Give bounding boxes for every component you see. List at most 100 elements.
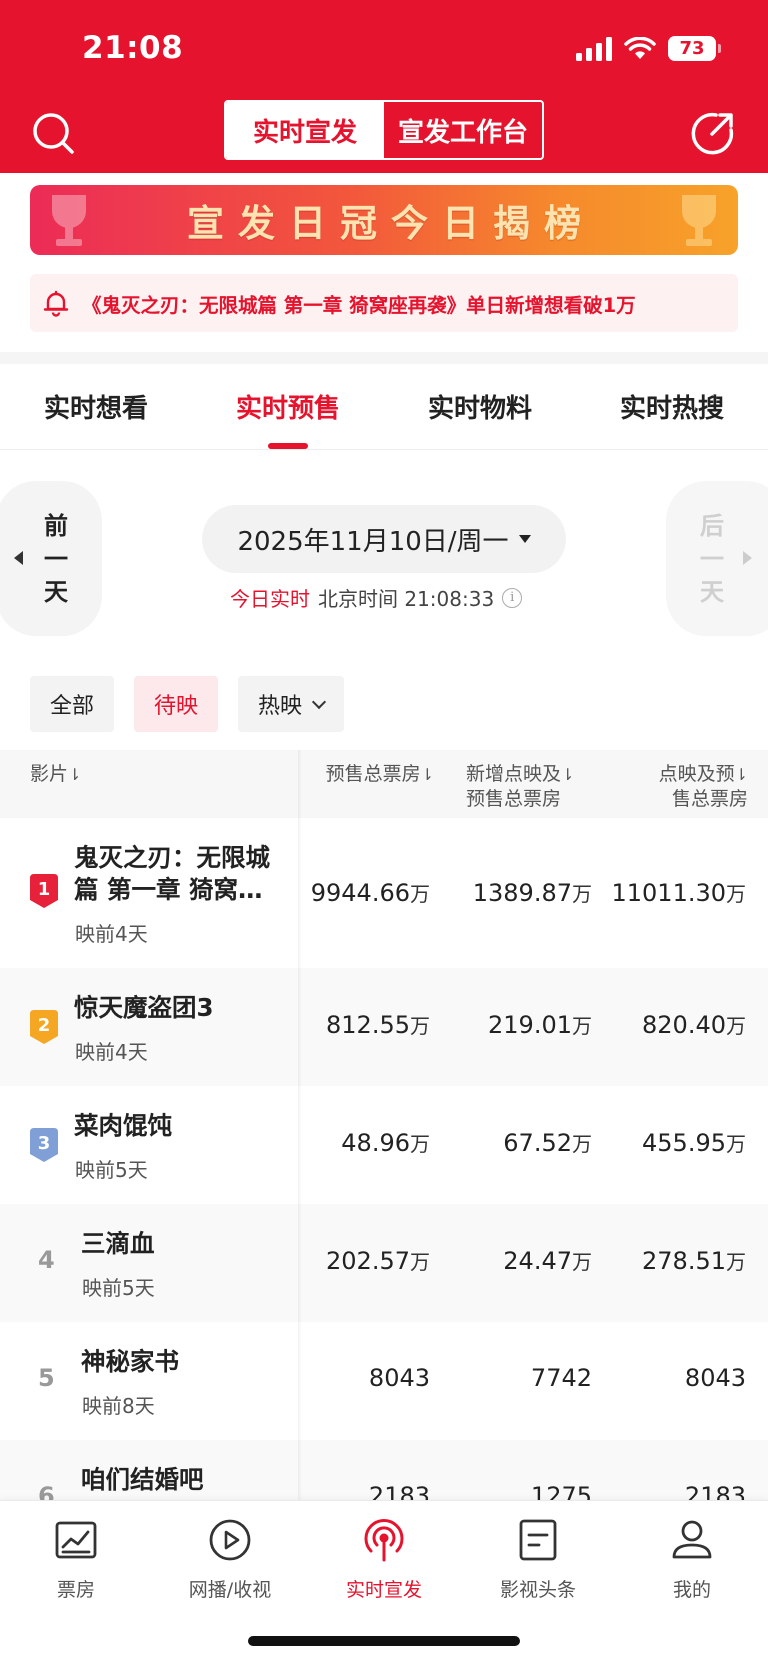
- film-title-line: 篇 第一章 猗窝…: [74, 875, 263, 904]
- nav-profile[interactable]: 我的: [622, 1517, 762, 1602]
- table-row[interactable]: 5 神秘家书 映前8天 8043 7742 8043: [0, 1322, 768, 1440]
- notice-text: 《鬼灭之刃：无限城篇 第一章 猗窝座再袭》单日新增想看破1万: [82, 293, 636, 317]
- tab-realtime-materials[interactable]: 实时物料: [384, 364, 576, 449]
- chart-icon: [55, 1521, 97, 1559]
- value: 67.52: [503, 1129, 572, 1157]
- filter-label: 待映: [154, 694, 199, 719]
- filter-now-showing[interactable]: 热映: [238, 676, 345, 732]
- nav-streaming[interactable]: 网播/收视: [160, 1517, 300, 1602]
- header-c2-line2: 预售总票房: [466, 788, 562, 810]
- filter-all[interactable]: 全部: [30, 676, 115, 732]
- header-c1-label: 预售总票房: [325, 763, 421, 785]
- trophy-icon: [52, 195, 86, 246]
- value: 11011.30: [611, 879, 726, 907]
- battery-icon: 73: [668, 36, 721, 61]
- value: 24.47: [503, 1247, 572, 1275]
- value: 219.01: [488, 1011, 572, 1039]
- unit: 万: [410, 1250, 430, 1274]
- unit: 万: [410, 1132, 430, 1156]
- table-row[interactable]: 4 三滴血 映前5天 202.57万 24.47万 278.51万: [0, 1204, 768, 1322]
- days-before-release: 映前5天: [75, 1158, 148, 1182]
- table-row[interactable]: 1 鬼灭之刃：无限城 篇 第一章 猗窝… 映前4天 9944.66万 1389.…: [0, 818, 768, 968]
- trophy-icon: [682, 195, 716, 246]
- header-film-label: 影片: [30, 763, 69, 785]
- home-indicator[interactable]: [248, 1636, 520, 1646]
- nav-label: 网播/收视: [188, 1579, 272, 1601]
- header: 21:08 73 实时宣发 宣发工作台: [0, 0, 768, 173]
- value: 820.40: [642, 1011, 726, 1039]
- film-title: 菜肉馄饨: [74, 1111, 172, 1140]
- header-preview-presale-total[interactable]: 点映及预⇂ 售总票房: [628, 762, 748, 811]
- header-new-presale[interactable]: 新增点映及⇂ 预售总票房: [466, 762, 592, 811]
- value: 8043: [368, 1364, 430, 1392]
- nav-realtime-promo[interactable]: 实时宣发: [314, 1517, 454, 1602]
- nav-headlines[interactable]: 影视头条: [468, 1517, 608, 1602]
- broadcast-icon: [364, 1519, 404, 1562]
- caret-down-icon: [518, 535, 531, 543]
- new-presale-value: 1389.87万: [473, 878, 592, 907]
- value: 9944.66: [310, 879, 410, 907]
- caret-left-icon: [14, 551, 23, 565]
- days-before-release: 映前8天: [82, 1394, 155, 1418]
- rank-number: 5: [38, 1364, 55, 1392]
- rank-number: 4: [38, 1246, 55, 1274]
- next-day-label: 后一天: [700, 512, 724, 606]
- unit: 万: [726, 1014, 746, 1038]
- rank-badge: 1: [30, 874, 58, 908]
- realtime-label: 今日实时: [230, 587, 310, 611]
- nav-box-office[interactable]: 票房: [6, 1517, 146, 1602]
- tab-realtime-presale[interactable]: 实时预售: [192, 364, 384, 449]
- unit: 万: [572, 1132, 592, 1156]
- share-icon[interactable]: [690, 110, 736, 156]
- sort-icon: ⇂: [561, 765, 575, 784]
- table-row[interactable]: 2 惊天魔盗团3 映前4天 812.55万 219.01万 820.40万: [0, 968, 768, 1086]
- presale-total-value: 48.96万: [341, 1128, 430, 1157]
- daily-champion-banner[interactable]: 宣发日冠今日揭榜: [30, 185, 738, 255]
- film-title-line: 鬼灭之刃：无限城: [74, 843, 270, 872]
- header-film[interactable]: 影片⇂: [30, 762, 81, 787]
- days-before-release: 映前5天: [82, 1276, 155, 1300]
- film-title: 三滴血: [81, 1229, 155, 1258]
- nav-label: 实时宣发: [345, 1579, 422, 1601]
- signal-icon: [576, 36, 612, 61]
- days-before-release: 映前4天: [75, 1040, 148, 1064]
- presale-total-value: 202.57万: [326, 1246, 430, 1275]
- section-divider: [0, 352, 768, 364]
- new-presale-value: 24.47万: [503, 1246, 592, 1275]
- value: 8043: [684, 1364, 746, 1392]
- header-c3-line1: 点映及预: [658, 763, 735, 785]
- rank-number: 1: [37, 879, 51, 900]
- filter-label: 全部: [50, 694, 95, 719]
- tab-realtime-want[interactable]: 实时想看: [0, 364, 192, 449]
- filter-upcoming[interactable]: 待映: [134, 676, 219, 732]
- presale-total-value: 9944.66万: [311, 878, 430, 907]
- table-row[interactable]: 3 菜肉馄饨 映前5天 48.96万 67.52万 455.95万: [0, 1086, 768, 1204]
- filter-label: 热映: [258, 694, 303, 719]
- segment-promo-workbench[interactable]: 宣发工作台: [384, 102, 542, 158]
- new-presale-value: 219.01万: [488, 1010, 592, 1039]
- segment-realtime-promo[interactable]: 实时宣发: [226, 102, 384, 158]
- preview-presale-total-value: 11011.30万: [611, 878, 746, 907]
- sort-icon: ⇂: [734, 765, 748, 784]
- new-presale-value: 67.52万: [503, 1128, 592, 1157]
- search-icon[interactable]: [30, 110, 76, 156]
- header-presale-total[interactable]: 预售总票房⇂: [326, 762, 434, 787]
- unit: 万: [726, 1132, 746, 1156]
- value: 202.57: [326, 1247, 410, 1275]
- preview-presale-total-value: 278.51万: [642, 1246, 746, 1275]
- filter-chips: 全部 待映 热映: [30, 676, 345, 732]
- rank-number: 2: [37, 1015, 51, 1036]
- banner-text: 宣发日冠今日揭榜: [187, 202, 595, 245]
- status-icons: 73: [576, 36, 721, 61]
- value: 48.96: [341, 1129, 410, 1157]
- unit: 万: [410, 882, 430, 906]
- value: 7742: [530, 1364, 592, 1392]
- wifi-icon: [624, 36, 656, 59]
- nav-label: 影视头条: [499, 1579, 576, 1601]
- value: 278.51: [642, 1247, 726, 1275]
- sticky-column-shadow: [298, 750, 302, 1500]
- notice-bar[interactable]: 《鬼灭之刃：无限城篇 第一章 猗窝座再袭》单日新增想看破1万: [30, 274, 738, 332]
- tab-realtime-hotsearch[interactable]: 实时热搜: [576, 364, 768, 449]
- date-picker[interactable]: 2025年11月10日/周一: [202, 505, 566, 573]
- info-icon[interactable]: i: [502, 587, 523, 608]
